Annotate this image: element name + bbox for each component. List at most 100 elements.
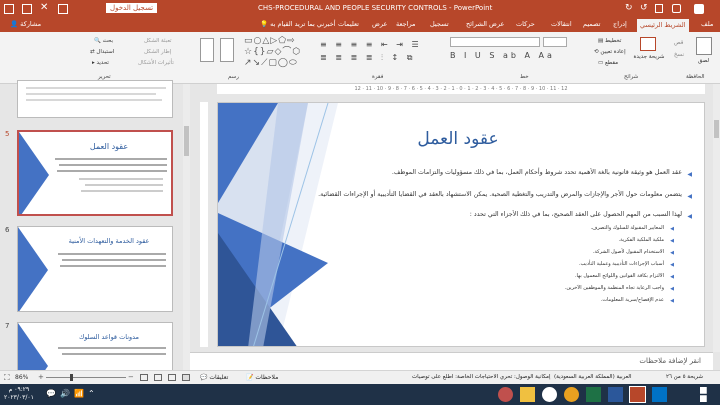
presentation-icon[interactable] — [672, 4, 681, 13]
shape-effects-button[interactable]: تأثيرات الأشكال — [138, 60, 174, 66]
tab-home[interactable]: الشريط الرئيسي — [637, 19, 689, 32]
slideshow-view-icon[interactable] — [140, 374, 148, 381]
slide-thumbnail-4[interactable] — [17, 80, 173, 118]
tab-slideshow[interactable]: عرض الشرائح — [466, 20, 504, 28]
tab-review[interactable]: مراجعة — [396, 20, 416, 28]
thumb-text-line — [58, 253, 166, 255]
select-button[interactable]: ▸ تحديد — [92, 60, 109, 66]
paste-icon[interactable] — [696, 37, 712, 55]
slide-thumbnail-6[interactable]: عقود الخدمة والتعهدات الأمنية — [17, 226, 173, 312]
slide-bullet[interactable]: يتضمن معلومات حول الأجر والإجازات والمرض… — [312, 191, 682, 200]
tab-view[interactable]: عرض — [372, 20, 387, 28]
tab-recording[interactable]: تسجيل — [430, 20, 449, 28]
slide-sub-bullet[interactable]: الالتزام بكافة القوانين واللوائح المعمول… — [575, 273, 664, 279]
shapes-gallery[interactable]: ▭○△▷⬠⇨ ☆{}▱◇⌒⬡ ↗↘⟋▢◯⬭ — [244, 36, 306, 70]
ribbon-display-icon[interactable] — [58, 4, 68, 14]
thumb-blue-shape — [18, 227, 48, 311]
paste-button[interactable]: لصق — [698, 58, 709, 64]
tray-chevron-icon[interactable]: ⌃ — [88, 389, 95, 398]
tab-insert[interactable]: إدراج — [613, 20, 627, 28]
cut-button[interactable]: قص — [674, 40, 683, 46]
accessibility-status[interactable]: إمكانية الوصول: تحري الاحتياجات الخاصة: … — [412, 374, 551, 380]
normal-view-icon[interactable] — [182, 374, 190, 381]
slide-number-5: 5 — [5, 130, 10, 138]
shape-outline-button[interactable]: إطار الشكل — [144, 49, 171, 55]
replace-button[interactable]: ⇄ استبدال — [90, 49, 114, 55]
tab-help[interactable]: تعليمات — [338, 20, 359, 28]
zoom-slider[interactable] — [46, 377, 126, 378]
scrollbar-thumb[interactable] — [714, 120, 719, 138]
reading-view-icon[interactable] — [154, 374, 162, 381]
windows-start-icon[interactable] — [700, 387, 707, 402]
share-button[interactable]: 👤 مشاركة — [10, 20, 41, 28]
chrome-icon[interactable] — [542, 387, 557, 402]
redo-icon[interactable]: ↻ — [625, 3, 633, 13]
zoom-slider-thumb[interactable] — [70, 374, 73, 381]
slide-sub-bullet[interactable]: واجب الرعاية تجاه المنظمة والموظفين الآخ… — [565, 285, 664, 291]
section-button[interactable]: ▭ مقطع — [598, 60, 618, 66]
powerpoint-taskbar-icon[interactable] — [629, 386, 646, 403]
tab-animations[interactable]: حركات — [516, 20, 535, 28]
slide-sub-bullet[interactable]: ملكية الملكية الفكرية. — [619, 237, 665, 243]
language-status[interactable]: العربية (المملكة العربية السعودية) — [554, 374, 632, 380]
notification-icon[interactable]: 💬 — [46, 389, 56, 398]
minimize-icon[interactable] — [4, 4, 14, 14]
paragraph-controls[interactable]: ≡ ≡ ≡ ≡ ⇤ ⇥ ☰ ≣ ≣ ≣ ≣ ⫶ ↕ ⧉ — [320, 38, 440, 68]
notes-pane[interactable]: انقر لإضافة ملاحظات — [190, 352, 713, 370]
undo-icon[interactable]: ↺ — [640, 3, 648, 13]
layout-button[interactable]: ▤ تخطيط — [598, 38, 621, 44]
bullet-arrow-icon: ◀ — [687, 213, 692, 220]
slide-canvas[interactable]: عقود العمل عقد العمل هو وثيقة قانونية با… — [217, 102, 705, 347]
taskbar-app-icon[interactable] — [652, 387, 667, 402]
save-icon[interactable] — [655, 4, 663, 13]
clock[interactable]: ٠٩:٢٩ م ٢٠٢٣/٠٣/٠١ — [4, 386, 34, 402]
clock-date: ٢٠٢٣/٠٣/٠١ — [4, 394, 34, 401]
zoom-out-icon[interactable]: − — [128, 373, 134, 381]
restore-icon[interactable] — [22, 4, 32, 14]
taskbar-app-icon[interactable] — [498, 387, 513, 402]
network-icon[interactable]: 📶 — [74, 389, 84, 398]
slide-bullet[interactable]: لهذا السبب من المهم الحصول على العقد الص… — [312, 211, 682, 220]
slide-title[interactable]: عقود العمل — [358, 129, 558, 149]
editor-scrollbar[interactable] — [713, 84, 720, 352]
word-icon[interactable] — [608, 387, 623, 402]
font-size-select[interactable] — [543, 37, 567, 47]
slide-sub-bullet[interactable]: المعايير المقبولة للسلوك والتصرف. — [591, 225, 665, 231]
new-slide-button[interactable]: شريحة جديدة — [632, 54, 666, 60]
copy-button[interactable]: نسخ — [674, 52, 684, 58]
excel-icon[interactable] — [586, 387, 601, 402]
find-button[interactable]: 🔍 بحث — [94, 38, 113, 44]
comments-button[interactable]: 💬 تعليقات — [200, 374, 228, 381]
slide-thumbnail-5[interactable]: عقود العمل — [17, 130, 173, 216]
slide-sub-bullet[interactable]: أسباب الإجراءات التأديبية وعملية التأديب… — [579, 261, 664, 267]
tab-file[interactable]: ملف — [701, 20, 713, 28]
thumbnails-scrollbar[interactable] — [183, 84, 190, 370]
slide-sub-bullet[interactable]: عدم الإفصاح/سرية المعلومات. — [601, 297, 664, 303]
new-slide-icon[interactable] — [640, 37, 656, 51]
tab-transitions[interactable]: انتقالات — [551, 20, 572, 28]
file-explorer-icon[interactable] — [520, 387, 535, 402]
signin-button[interactable]: تسجيل الدخول — [106, 3, 158, 13]
arrange-icon[interactable] — [220, 38, 234, 62]
notes-button[interactable]: 📝 ملاحظات — [246, 374, 278, 381]
fit-slide-icon[interactable]: ⛶ — [4, 373, 10, 383]
font-name-select[interactable] — [450, 37, 540, 47]
tell-me-box[interactable]: 💡 أخبرني بما تريد القيام به — [260, 20, 336, 28]
close-icon[interactable]: ✕ — [40, 2, 48, 13]
notes-label: ملاحظات — [255, 374, 279, 381]
slide-thumbnail-7[interactable]: مدونات قواعد السلوك — [17, 322, 173, 372]
tab-design[interactable]: تصميم — [583, 20, 601, 28]
slide-bullet[interactable]: عقد العمل هو وثيقة قانونية بالغة الأهمية… — [312, 169, 682, 178]
scrollbar-thumb[interactable] — [184, 126, 189, 156]
firefox-icon[interactable] — [564, 387, 579, 402]
shape-fill-button[interactable]: تعبئة الشكل — [144, 38, 172, 44]
slide-sub-bullet[interactable]: الاستخدام المقبول لأصول الشركة. — [593, 249, 664, 255]
sorter-view-icon[interactable] — [168, 374, 176, 381]
font-format-controls[interactable]: B I U S ab A Aa — [450, 51, 568, 63]
zoom-in-icon[interactable]: + — [38, 373, 44, 381]
quick-styles-icon[interactable] — [200, 38, 214, 62]
reset-button[interactable]: ⟲ إعادة تعيين — [594, 49, 626, 55]
thumb-text-line — [81, 190, 163, 192]
zoom-level[interactable]: 86% — [15, 374, 28, 381]
volume-icon[interactable]: 🔊 — [60, 389, 70, 398]
